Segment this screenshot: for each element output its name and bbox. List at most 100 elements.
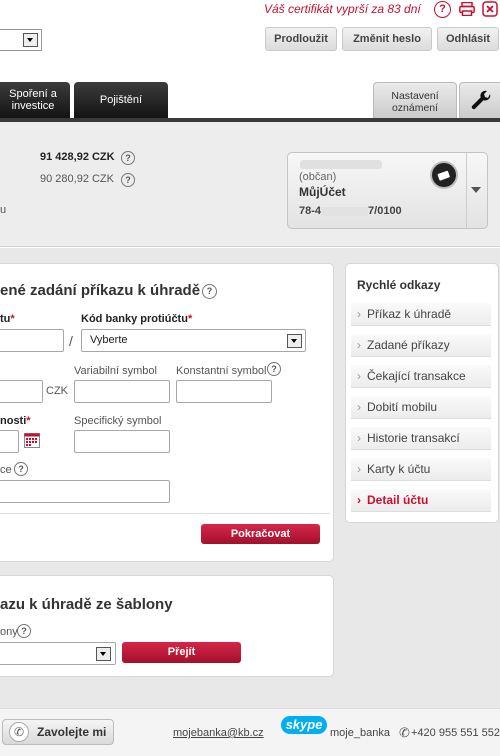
tab-insurance[interactable]: Pojištění	[74, 82, 168, 120]
tab-savings[interactable]: Spoření a investice	[0, 82, 70, 120]
help-icon[interactable]: ?	[14, 462, 28, 476]
account-owner-type: (občan)	[299, 171, 337, 183]
phone-number: +420 955 551 552	[411, 727, 500, 739]
currency-label: CZK	[46, 385, 68, 397]
card-divider	[466, 153, 467, 228]
call-me-button[interactable]: ✆ Zavolejte mi	[2, 719, 114, 745]
quick-link-entered-orders[interactable]: › Zadané příkazy	[351, 334, 491, 357]
change-password-button[interactable]: Změnit heslo	[342, 27, 432, 51]
help-icon[interactable]: ?	[121, 173, 135, 187]
counter-account-input[interactable]	[0, 329, 64, 352]
template-select[interactable]	[0, 642, 116, 665]
quick-link-account-detail[interactable]: › Detail účtu	[351, 489, 491, 512]
quick-link-label: Historie transakcí	[367, 431, 460, 445]
certificate-expiry-notice: Váš certifikát vyprší za 83 dní	[264, 2, 421, 16]
quick-link-label: Detail účtu	[367, 493, 429, 507]
chevron-right-icon: ›	[357, 369, 361, 383]
divider	[0, 513, 330, 514]
slash-separator: /	[69, 333, 73, 349]
phone-icon: ✆	[399, 725, 410, 740]
account-number-suffix: 7/0100	[368, 205, 402, 217]
close-icon[interactable]	[482, 1, 498, 17]
quick-links-panel	[345, 263, 499, 523]
quick-links-title: Rychlé odkazy	[357, 278, 441, 292]
quick-link-transaction-history[interactable]: › Historie transakcí	[351, 427, 491, 450]
bank-code-select[interactable]: Vyberte	[81, 329, 306, 352]
required-marker: *	[26, 415, 31, 427]
tab-notification-settings[interactable]: Nastavení oznámení	[373, 82, 457, 121]
constant-symbol-input[interactable]	[176, 380, 272, 403]
chevron-right-icon: ›	[357, 338, 361, 352]
chevron-right-icon: ›	[357, 400, 361, 414]
account-selector-card[interactable]: (občan) MůjÚčet 78-4 7/0100	[287, 152, 488, 229]
help-icon[interactable]: ?	[267, 362, 281, 376]
chevron-right-icon: ›	[357, 431, 361, 445]
skype-name[interactable]: moje_banka	[330, 727, 390, 739]
available-balance: 91 428,92 CZK	[40, 151, 115, 163]
language-select[interactable]	[0, 29, 42, 51]
specific-symbol-input[interactable]	[74, 430, 170, 453]
due-date-label: nosti*	[0, 415, 31, 427]
extend-certificate-button[interactable]: Prodloužit	[265, 27, 337, 51]
bank-code-label-text: Kód banky protiúčtu	[81, 313, 188, 325]
amount-input[interactable]	[0, 380, 43, 403]
variable-symbol-label: Variabilní symbol	[74, 365, 157, 377]
required-marker: *	[187, 313, 193, 325]
help-icon[interactable]: ?	[434, 1, 451, 18]
chevron-down-icon	[96, 647, 111, 661]
message-input[interactable]	[0, 480, 170, 503]
account-number: 78-4 7/0100	[299, 205, 402, 217]
print-icon[interactable]	[459, 1, 475, 17]
quick-link-payment-order[interactable]: › Příkaz k úhradě	[351, 303, 491, 326]
logout-button[interactable]: Odhlásit	[437, 27, 499, 51]
quick-link-account-cards[interactable]: › Karty k účtu	[351, 458, 491, 481]
specific-symbol-label: Specifický symbol	[74, 415, 162, 427]
account-number-prefix: 78-4	[299, 205, 322, 217]
account-summary-label: u	[0, 204, 7, 216]
chevron-down-icon[interactable]	[471, 187, 481, 193]
template-label: ony	[0, 626, 18, 638]
quick-link-mobile-topup[interactable]: › Dobití mobilu	[351, 396, 491, 419]
help-icon[interactable]: ?	[121, 151, 135, 165]
tab-savings-label: Spoření a investice	[9, 88, 57, 112]
counter-account-label: tu*	[0, 313, 15, 325]
tab-notification-label: Nastavení oznámení	[391, 90, 439, 114]
help-icon[interactable]: ?	[17, 624, 31, 638]
quick-link-label: Dobití mobilu	[367, 400, 438, 414]
quick-link-label: Zadané příkazy	[367, 338, 450, 352]
message-label: ce	[0, 464, 12, 476]
counter-account-label-text: tu	[0, 313, 11, 325]
account-balance: 90 280,92 CZK	[40, 173, 114, 185]
chevron-down-icon	[23, 33, 38, 47]
call-me-label: Zavolejte mi	[37, 725, 107, 739]
payment-form-title: ené zadání příkazu k úhradě	[0, 282, 201, 299]
bank-code-label: Kód banky protiúčtu*	[81, 313, 192, 325]
payment-order-panel	[0, 263, 334, 562]
quick-link-label: Karty k účtu	[367, 462, 431, 476]
account-owner-name-redacted	[300, 160, 382, 169]
quick-link-label: Čekající transakce	[367, 369, 466, 383]
constant-symbol-label: Konstantní symbol	[176, 365, 267, 377]
variable-symbol-input[interactable]	[74, 380, 170, 403]
quick-link-pending-transactions[interactable]: › Čekající transakce	[351, 365, 491, 388]
calendar-icon[interactable]	[24, 433, 40, 448]
settings-tab[interactable]	[459, 82, 500, 121]
chevron-right-icon: ›	[357, 493, 361, 507]
go-button[interactable]: Přejít	[122, 642, 241, 663]
quick-link-label: Příkaz k úhradě	[367, 307, 452, 321]
skype-logo: skype	[281, 716, 327, 734]
template-form-title: azu k úhradě ze šablony	[0, 596, 173, 613]
email-link[interactable]: mojebanka@kb.cz	[173, 727, 264, 739]
required-marker: *	[10, 313, 15, 325]
chevron-right-icon: ›	[357, 462, 361, 476]
help-icon[interactable]: ?	[202, 284, 217, 299]
chevron-right-icon: ›	[357, 307, 361, 321]
due-date-input[interactable]	[0, 430, 19, 453]
due-date-label-text: nosti	[0, 415, 27, 427]
chevron-down-icon	[287, 334, 302, 348]
account-number-redacted	[321, 206, 369, 216]
phone-icon: ✆	[9, 722, 29, 742]
continue-button[interactable]: Pokračovat	[201, 524, 320, 544]
account-product-name: MůjÚčet	[299, 185, 346, 199]
bank-code-value: Vyberte	[90, 334, 128, 346]
